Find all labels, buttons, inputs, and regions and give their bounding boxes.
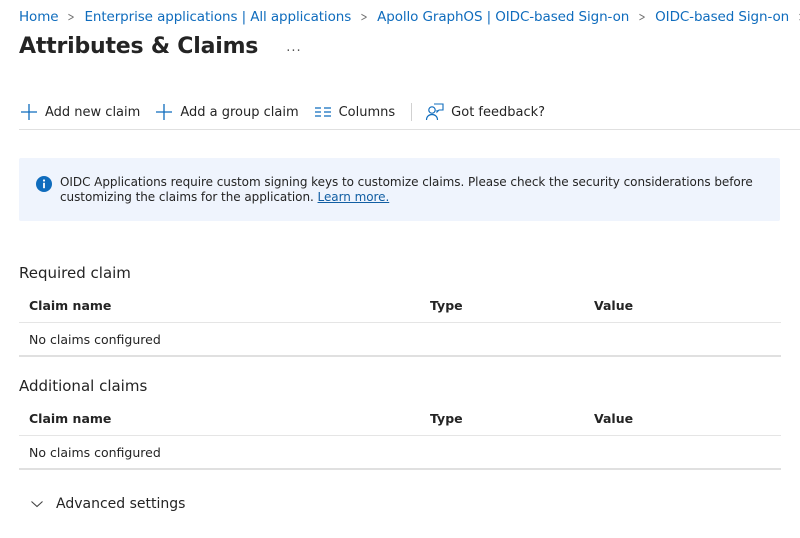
chevron-down-icon [30, 497, 44, 511]
required-claim-table: Claim name Type Value No claims configur… [19, 289, 781, 357]
additional-claims-table: Claim name Type Value No claims configur… [19, 402, 781, 470]
column-header-claim-name[interactable]: Claim name [29, 298, 111, 313]
breadcrumb-apollo-graphos[interactable]: Apollo GraphOS | OIDC-based Sign-on [377, 9, 629, 25]
column-header-claim-name[interactable]: Claim name [29, 411, 111, 426]
column-header-type[interactable]: Type [430, 411, 463, 426]
breadcrumb-enterprise-applications[interactable]: Enterprise applications | All applicatio… [84, 9, 351, 25]
toolbar-divider [411, 103, 413, 121]
column-header-value[interactable]: Value [594, 298, 633, 313]
command-bar: Add new claim Add a group claim Columns … [19, 97, 800, 130]
add-group-claim-label: Add a group claim [180, 104, 299, 120]
table-header: Claim name Type Value [19, 402, 781, 436]
feedback-icon [425, 102, 445, 122]
table-row: No claims configured [19, 436, 781, 470]
table-header: Claim name Type Value [19, 289, 781, 323]
add-new-claim-button[interactable]: Add new claim [19, 102, 140, 122]
info-icon [36, 176, 52, 192]
chevron-right-icon: > [638, 10, 646, 24]
plus-icon [19, 102, 39, 122]
page-title: Attributes & Claims [19, 34, 259, 59]
breadcrumb-oidc-sign-on[interactable]: OIDC-based Sign-on [655, 9, 789, 25]
add-new-claim-label: Add new claim [45, 104, 141, 120]
required-claim-heading: Required claim [19, 264, 131, 282]
info-banner: OIDC Applications require custom signing… [19, 158, 780, 221]
table-row: No claims configured [19, 323, 781, 357]
columns-label: Columns [338, 104, 396, 120]
learn-more-link[interactable]: Learn more. [318, 190, 390, 204]
feedback-button[interactable]: Got feedback? [425, 102, 545, 122]
empty-message: No claims configured [29, 332, 161, 347]
info-banner-message: OIDC Applications require custom signing… [60, 175, 766, 205]
breadcrumb: Home > Enterprise applications | All app… [19, 9, 800, 25]
additional-claims-heading: Additional claims [19, 377, 148, 395]
empty-message: No claims configured [29, 445, 161, 460]
feedback-label: Got feedback? [451, 104, 546, 120]
columns-icon [313, 102, 333, 122]
add-group-claim-button[interactable]: Add a group claim [154, 102, 299, 122]
columns-button[interactable]: Columns [313, 102, 396, 122]
chevron-right-icon: > [360, 10, 368, 24]
column-header-value[interactable]: Value [594, 411, 633, 426]
title-row: Attributes & Claims ... [19, 34, 302, 59]
info-banner-text: OIDC Applications require custom signing… [60, 175, 753, 204]
plus-icon [154, 102, 174, 122]
more-options-button[interactable]: ... [286, 40, 301, 55]
column-header-type[interactable]: Type [430, 298, 463, 313]
breadcrumb-home[interactable]: Home [19, 9, 59, 25]
advanced-settings-toggle[interactable]: Advanced settings [30, 496, 185, 512]
advanced-settings-label: Advanced settings [56, 496, 186, 512]
chevron-right-icon: > [67, 10, 75, 24]
